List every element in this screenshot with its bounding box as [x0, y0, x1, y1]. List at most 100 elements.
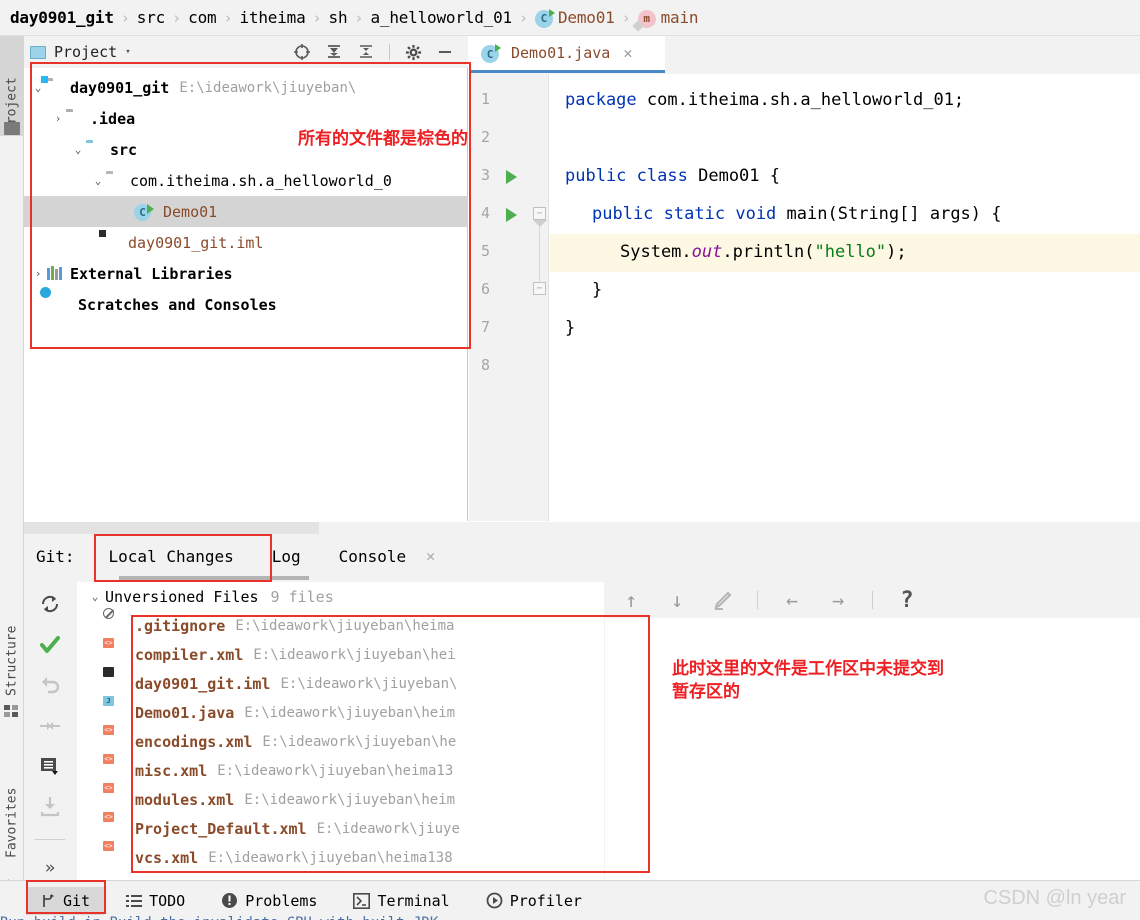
sidebar-item-project[interactable]: Project [0, 36, 24, 136]
close-icon[interactable]: ✕ [426, 547, 435, 565]
list-item[interactable]: <> encodings.xml E:\ideawork\jiuyeban\he [77, 727, 604, 756]
status-tab-label: Profiler [510, 892, 582, 910]
tree-node-package[interactable]: ⌄ com.itheima.sh.a_helloworld_0 [24, 165, 468, 196]
bottom-cut-off-text: Run build in Build the invalidate CPU wi… [0, 915, 1140, 920]
code-string-literal: "hello" [815, 242, 887, 262]
sidebar-item-favorites[interactable]: Favorites [0, 752, 24, 862]
list-item[interactable]: <> modules.xml E:\ideawork\jiuyeban\heim [77, 785, 604, 814]
status-tab-git[interactable]: Git [26, 887, 104, 915]
list-item[interactable]: <> Project_Default.xml E:\ideawork\jiuye [77, 814, 604, 843]
code-line-7: } [565, 318, 575, 338]
code-text: com.itheima.sh.a_helloworld_01; [637, 90, 965, 110]
code-keyword: public [565, 166, 626, 186]
list-item[interactable]: .gitignore E:\ideawork\jiuyeban\heima [77, 611, 604, 640]
annotation-note-2: 此时这里的文件是工作区中未提交到 暂存区的 [672, 658, 1052, 704]
move-down-icon[interactable]: ↓ [665, 588, 689, 612]
java-class-icon: C [134, 204, 151, 221]
fold-region-icon[interactable]: − [533, 207, 546, 220]
breadcrumb-item-itheima[interactable]: itheima [239, 8, 305, 27]
code-editor[interactable]: package com.itheima.sh.a_helloworld_01; … [550, 74, 1140, 521]
file-name: day0901_git.iml [135, 675, 270, 693]
tab-log[interactable]: Log [260, 543, 313, 570]
editor-tab-demo01-java[interactable]: C Demo01.java ✕ [469, 36, 665, 73]
breadcrumb-item-demo01[interactable]: C Demo01 [535, 8, 615, 27]
locate-icon[interactable] [293, 43, 311, 61]
git-tab-top-strip [24, 522, 319, 534]
code-line-1: package com.itheima.sh.a_helloworld_01; [565, 90, 964, 110]
toolbar-divider [389, 44, 390, 60]
code-brace: { [770, 166, 780, 186]
breadcrumb-separator-icon: › [622, 9, 631, 27]
code-keyword: void [735, 204, 776, 224]
tree-node-scratches[interactable]: Scratches and Consoles [24, 289, 468, 320]
collapse-all-icon[interactable] [357, 43, 375, 61]
refresh-icon[interactable] [37, 592, 63, 616]
file-name: encodings.xml [135, 733, 252, 751]
code-keyword: package [565, 90, 637, 110]
shelve-icon [37, 713, 63, 737]
sidebar-item-label: Favorites [5, 788, 20, 858]
settings-gear-icon[interactable] [404, 43, 422, 61]
chevron-down-icon[interactable]: ⌄ [85, 590, 105, 603]
help-icon[interactable]: ? [895, 588, 919, 612]
chevron-down-icon[interactable]: ⌄ [90, 174, 106, 187]
status-tab-problems[interactable]: Problems [207, 887, 331, 915]
code-class-name: Demo01 [698, 166, 759, 186]
libraries-icon [46, 266, 63, 281]
fold-line [539, 226, 540, 284]
chevron-down-icon[interactable]: ⌄ [70, 143, 86, 156]
structure-icon [4, 704, 20, 718]
status-tab-todo[interactable]: TODO [112, 887, 199, 915]
edit-icon[interactable] [711, 588, 735, 612]
breadcrumb-item-main[interactable]: m main [638, 8, 699, 27]
status-tab-terminal[interactable]: Terminal [339, 887, 463, 915]
breadcrumb-item-day0901_git[interactable]: day0901_git [10, 8, 114, 27]
tab-console[interactable]: Console [327, 543, 418, 570]
move-up-icon[interactable]: ↑ [619, 588, 643, 612]
file-name: Project_Default.xml [135, 820, 307, 838]
fold-region-end-icon[interactable]: − [533, 282, 546, 295]
expand-all-icon[interactable] [325, 43, 343, 61]
breadcrumb-item-src[interactable]: src [137, 8, 165, 27]
tree-node-external-libraries[interactable]: › External Libraries [24, 258, 468, 289]
list-item[interactable]: day0901_git.iml E:\ideawork\jiuyeban\ [77, 669, 604, 698]
list-item[interactable]: <> vcs.xml E:\ideawork\jiuyeban\heima138 [77, 843, 604, 872]
file-name: compiler.xml [135, 646, 243, 664]
status-tab-profiler[interactable]: Profiler [472, 887, 596, 915]
tree-node-label: com.itheima.sh.a_helloworld_0 [130, 172, 392, 190]
tree-node-demo01[interactable]: C Demo01 [24, 196, 468, 227]
breadcrumb-item-sh[interactable]: sh [329, 8, 348, 27]
commit-check-icon[interactable] [37, 632, 63, 656]
todo-list-icon [126, 893, 142, 909]
annotation-note-1: 所有的文件都是棕色的 [298, 128, 528, 151]
list-item[interactable]: J Demo01.java E:\ideawork\jiuyeban\heim [77, 698, 604, 727]
list-item[interactable]: <> compiler.xml E:\ideawork\jiuyeban\hei [77, 640, 604, 669]
file-path: E:\ideawork\jiuye [317, 821, 460, 837]
chevron-right-icon[interactable]: › [30, 267, 46, 280]
breadcrumb-item-a_helloworld_01[interactable]: a_helloworld_01 [370, 8, 512, 27]
sidebar-item-label: Structure [5, 626, 20, 696]
group-by-icon[interactable] [37, 754, 63, 778]
file-name: Demo01.java [135, 704, 234, 722]
sidebar-item-structure[interactable]: Structure [0, 596, 24, 700]
chevron-down-icon[interactable]: ▾ [125, 47, 130, 57]
tab-local-changes[interactable]: Local Changes [97, 543, 246, 570]
file-name: modules.xml [135, 791, 234, 809]
file-path: E:\ideawork\jiuyeban\heim [244, 792, 455, 808]
changes-list[interactable]: ⌄ Unversioned Files 9 files .gitignore E… [77, 582, 604, 880]
list-item[interactable]: <> misc.xml E:\ideawork\jiuyeban\heima13 [77, 756, 604, 785]
more-icon[interactable]: » [37, 856, 63, 880]
back-icon[interactable]: ← [780, 588, 804, 612]
file-name: misc.xml [135, 762, 207, 780]
breadcrumb-item-com[interactable]: com [188, 8, 216, 27]
changes-group-header[interactable]: ⌄ Unversioned Files 9 files [77, 582, 604, 611]
tree-node-iml[interactable]: day0901_git.iml [24, 227, 468, 258]
chevron-right-icon[interactable]: › [50, 112, 66, 125]
tree-node-day0901_git[interactable]: ⌄ day0901_git E:\ideawork\jiuyeban\ [24, 72, 468, 103]
close-icon[interactable]: ✕ [623, 44, 632, 62]
hide-panel-icon[interactable] [436, 43, 454, 61]
run-method-icon[interactable] [506, 208, 517, 222]
code-keyword: public [592, 204, 653, 224]
run-class-icon[interactable] [506, 170, 517, 184]
forward-icon[interactable]: → [826, 588, 850, 612]
